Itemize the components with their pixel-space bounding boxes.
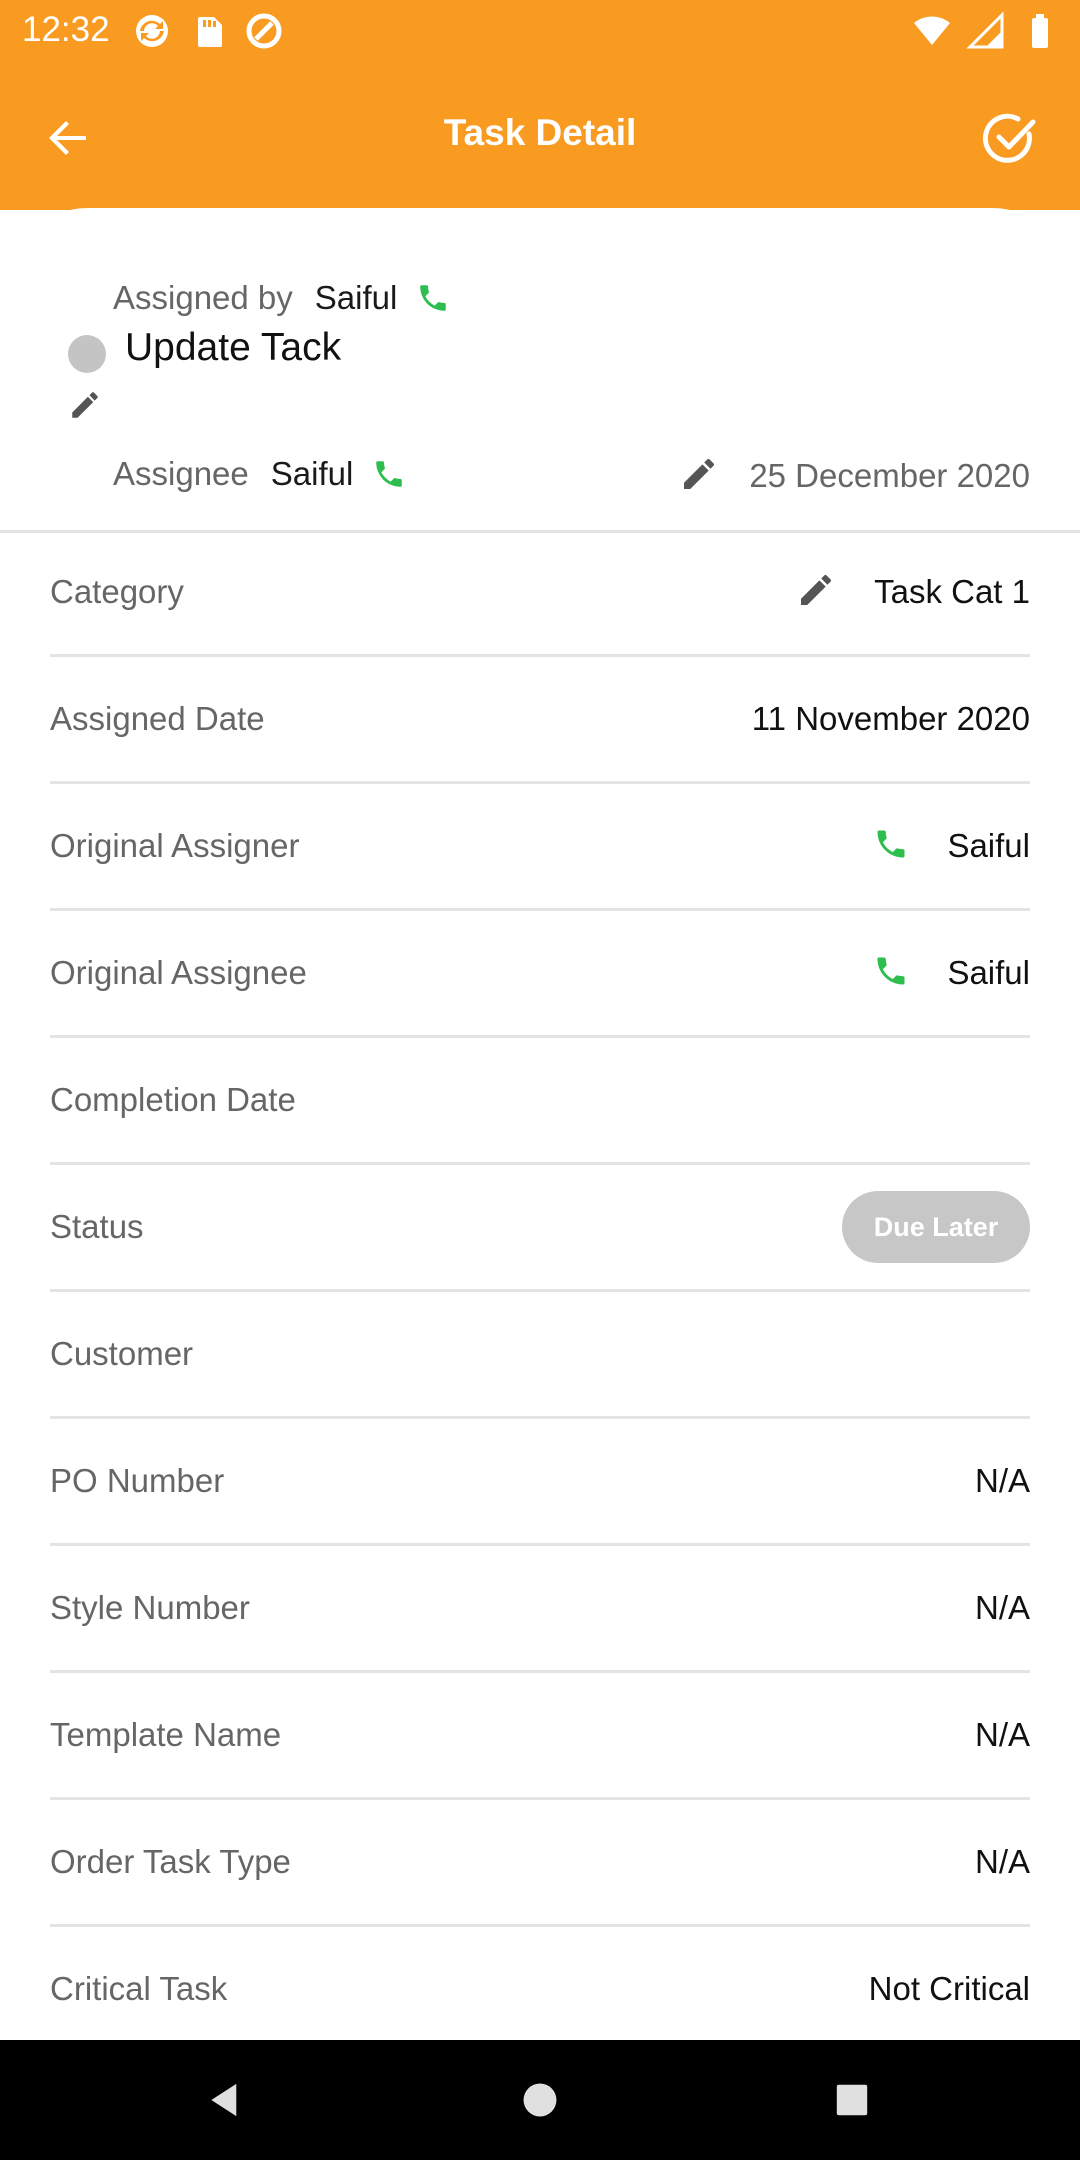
circle-home-icon [523,2083,557,2117]
detail-row-original-assigner: Original Assigner Saiful [50,784,1030,911]
status-badge[interactable]: Due Later [842,1191,1030,1263]
assigned-by-name: Saiful [314,279,398,316]
customer-label: Customer [50,1335,194,1372]
task-status-dot [68,335,106,373]
detail-row-po-number: PO Number N/A [50,1419,1030,1546]
status-bar: 12:32 [0,0,1080,60]
nav-recents-button[interactable] [822,2070,882,2130]
edit-category-pencil-icon[interactable] [796,570,840,614]
style-number-value: N/A [974,1589,1030,1626]
original-assignee-value-wrap: Saiful [873,953,1030,993]
due-date: 25 December 2020 [749,457,1030,494]
original-assignee-value: Saiful [947,954,1030,991]
detail-row-completion-date: Completion Date [50,1038,1030,1165]
original-assignee-label: Original Assignee [50,954,307,991]
detail-row-order-task-type: Order Task Type N/A [50,1800,1030,1927]
detail-row-category: Category Task Cat 1 [50,530,1030,657]
detail-row-customer: Customer [50,1292,1030,1419]
app-bar: Task Detail [0,60,1080,210]
task-header-card: Assigned by Saiful Update Tack Assignee … [0,208,1080,533]
wifi-icon [912,11,952,51]
assigned-date-value: 11 November 2020 [751,700,1030,737]
signal-icon [966,11,1006,51]
triangle-back-icon [211,2083,237,2117]
assignee-row: Assignee Saiful [113,454,409,494]
completion-date-label: Completion Date [50,1081,296,1118]
check-circle-icon [982,113,1036,163]
sd-card-icon [188,11,228,51]
assigned-date-label: Assigned Date [50,700,265,737]
detail-row-status: Status Due Later [50,1165,1030,1292]
category-label: Category [50,573,184,610]
detail-row-template-name: Template Name N/A [50,1673,1030,1800]
original-assigner-label: Original Assigner [50,827,300,864]
system-status-icons [912,11,1060,51]
call-assignee-phone-icon[interactable] [369,454,409,494]
nav-home-button[interactable] [510,2070,570,2130]
category-value: Task Cat 1 [874,573,1030,610]
edit-task-pencil-icon[interactable] [68,388,108,428]
due-date-row: 25 December 2020 [679,454,1030,498]
assigned-by-row: Assigned by Saiful [113,278,453,318]
original-assigner-value-wrap: Saiful [873,826,1030,866]
page-title: Task Detail [443,112,637,153]
system-navigation-bar [0,2040,1080,2160]
critical-task-label: Critical Task [50,1970,228,2007]
assigned-by-label: Assigned by [113,279,293,316]
call-original-assignee-phone-icon[interactable] [873,953,913,993]
status-time: 12:32 [22,10,110,49]
order-task-type-label: Order Task Type [50,1843,291,1880]
po-number-label: PO Number [50,1462,225,1499]
status-label: Status [50,1208,144,1245]
sync-app-icon [132,11,172,51]
notification-icons [132,11,284,51]
template-name-label: Template Name [50,1716,282,1753]
category-value-wrap: Task Cat 1 [796,570,1030,614]
detail-row-assigned-date: Assigned Date 11 November 2020 [50,657,1030,784]
square-recents-icon [836,2084,868,2116]
call-assigner-phone-icon[interactable] [413,278,453,318]
assignee-name: Saiful [270,455,354,492]
task-title: Update Tack [125,326,342,369]
assignee-label: Assignee [113,455,249,492]
call-original-assigner-phone-icon[interactable] [873,826,913,866]
style-number-label: Style Number [50,1589,250,1626]
task-details-list: Category Task Cat 1 Assigned Date 11 Nov… [50,530,1030,2051]
nav-back-button[interactable] [196,2070,256,2130]
detail-row-critical-task: Critical Task Not Critical [50,1927,1030,2051]
critical-task-value: Not Critical [868,1970,1030,2007]
edit-due-date-pencil-icon[interactable] [679,454,723,498]
detail-row-original-assignee: Original Assignee Saiful [50,911,1030,1038]
battery-icon [1020,11,1060,51]
order-task-type-value: N/A [974,1843,1030,1880]
detail-row-style-number: Style Number N/A [50,1546,1030,1673]
template-name-value: N/A [974,1716,1030,1753]
at-sign-icon [244,11,284,51]
po-number-value: N/A [974,1462,1030,1499]
done-button[interactable] [974,102,1046,174]
original-assigner-value: Saiful [947,827,1030,864]
